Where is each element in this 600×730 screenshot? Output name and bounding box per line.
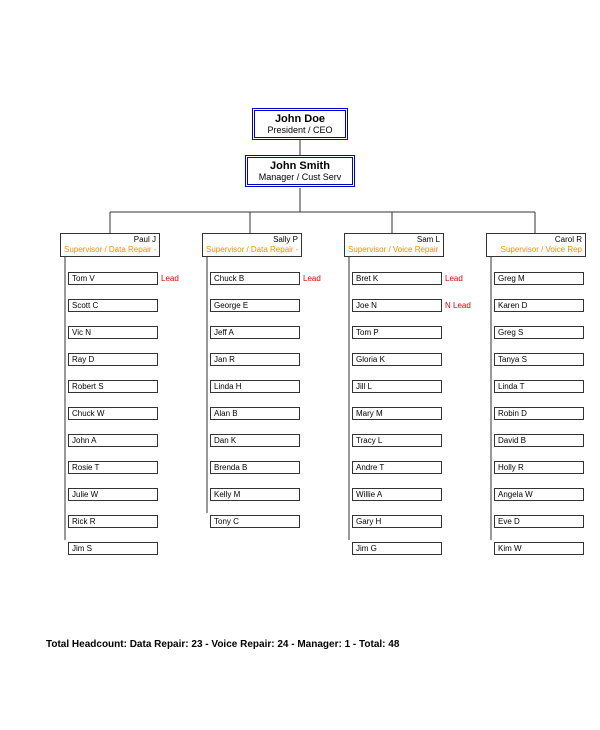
- employee-box: Brenda B: [210, 461, 300, 474]
- employee-box: Julie W: [68, 488, 158, 501]
- employee-box: Robert S: [68, 380, 158, 393]
- employee-box: George E: [210, 299, 300, 312]
- employee-box: Jeff A: [210, 326, 300, 339]
- supervisor-role: Supervisor / Data Repair - Tier 2: [206, 245, 298, 255]
- role-tag: Lead: [445, 272, 463, 285]
- employee-box: Tanya S: [494, 353, 584, 366]
- employee-box: Jim S: [68, 542, 158, 555]
- employee-box: Linda T: [494, 380, 584, 393]
- supervisor-role: Supervisor / Data Repair - Tier 1: [64, 245, 156, 255]
- manager-title: Manager / Cust Serv: [256, 172, 344, 182]
- employee-box: Greg S: [494, 326, 584, 339]
- employee-box: Gloria K: [352, 353, 442, 366]
- employee-box: Joe N: [352, 299, 442, 312]
- employee-box: John A: [68, 434, 158, 447]
- employee-box: Chuck W: [68, 407, 158, 420]
- employee-box: Jill L: [352, 380, 442, 393]
- employee-box: Alan B: [210, 407, 300, 420]
- employee-box: Tracy L: [352, 434, 442, 447]
- employee-box: Chuck B: [210, 272, 300, 285]
- supervisor-name: Carol R: [490, 235, 582, 245]
- employee-box: Ray D: [68, 353, 158, 366]
- summary-text: Total Headcount: Data Repair: 23 - Voice…: [46, 639, 399, 650]
- ceo-name: John Doe: [263, 113, 337, 125]
- supervisor-box: Carol RSupervisor / Voice Rep: [486, 233, 586, 257]
- ceo-box: John Doe President / CEO: [252, 108, 348, 140]
- employee-box: Holly R: [494, 461, 584, 474]
- supervisor-box: Sam LSupervisor / Voice Repair - Tier 1: [344, 233, 444, 257]
- employee-box: Andre T: [352, 461, 442, 474]
- role-tag: Lead: [161, 272, 179, 285]
- employee-box: Willie A: [352, 488, 442, 501]
- employee-box: Rick R: [68, 515, 158, 528]
- role-tag: N Lead: [445, 299, 471, 312]
- supervisor-role: Supervisor / Voice Repair - Tier 1: [348, 245, 440, 255]
- supervisor-box: Paul JSupervisor / Data Repair - Tier 1: [60, 233, 160, 257]
- employee-box: Jan R: [210, 353, 300, 366]
- employee-box: Tony C: [210, 515, 300, 528]
- role-tag: Lead: [303, 272, 321, 285]
- employee-box: David B: [494, 434, 584, 447]
- manager-name: John Smith: [256, 160, 344, 172]
- employee-box: Rosie T: [68, 461, 158, 474]
- employee-box: Eve D: [494, 515, 584, 528]
- employee-box: Kelly M: [210, 488, 300, 501]
- employee-box: Mary M: [352, 407, 442, 420]
- supervisor-box: Sally PSupervisor / Data Repair - Tier 2: [202, 233, 302, 257]
- employee-box: Karen D: [494, 299, 584, 312]
- ceo-title: President / CEO: [263, 125, 337, 135]
- employee-box: Angela W: [494, 488, 584, 501]
- employee-box: Linda H: [210, 380, 300, 393]
- employee-box: Kim W: [494, 542, 584, 555]
- employee-box: Robin D: [494, 407, 584, 420]
- manager-box: John Smith Manager / Cust Serv: [245, 155, 355, 187]
- employee-box: Jim G: [352, 542, 442, 555]
- supervisor-name: Sally P: [206, 235, 298, 245]
- employee-box: Vic N: [68, 326, 158, 339]
- employee-box: Dan K: [210, 434, 300, 447]
- employee-box: Scott C: [68, 299, 158, 312]
- employee-box: Bret K: [352, 272, 442, 285]
- employee-box: Greg M: [494, 272, 584, 285]
- employee-box: Tom P: [352, 326, 442, 339]
- supervisor-name: Sam L: [348, 235, 440, 245]
- employee-box: Tom V: [68, 272, 158, 285]
- supervisor-role: Supervisor / Voice Rep: [490, 245, 582, 255]
- employee-box: Gary H: [352, 515, 442, 528]
- supervisor-name: Paul J: [64, 235, 156, 245]
